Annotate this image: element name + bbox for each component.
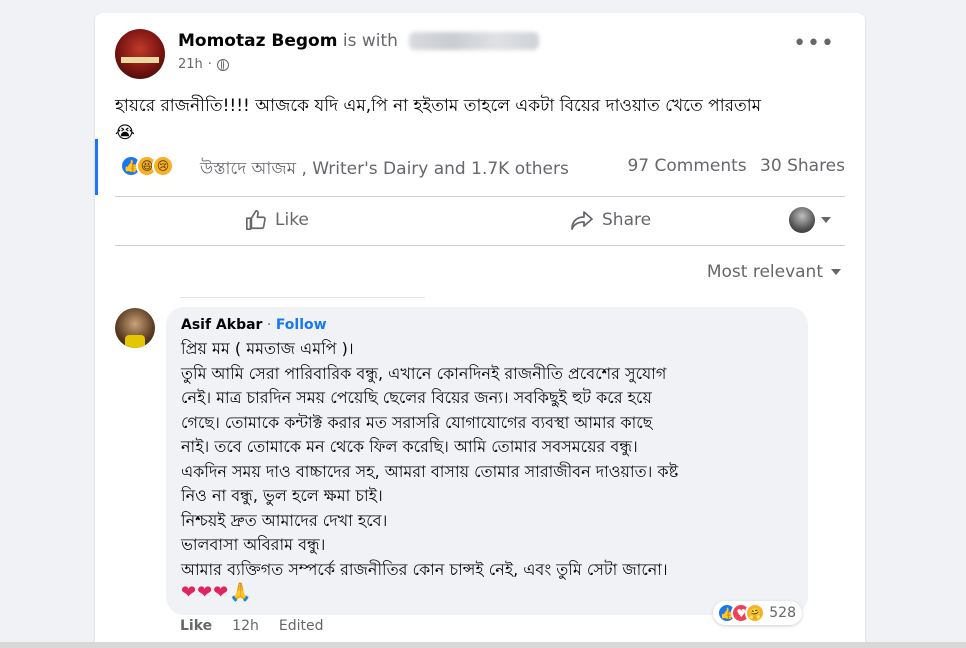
share-label: Share [602, 210, 652, 230]
comment-line: নাই। তবে তোমাকে মন থেকে ফিল করেছি। আমি ত… [181, 437, 638, 456]
action-bar: Like Share [115, 196, 845, 246]
viewer-avatar [789, 207, 815, 233]
more-options-button[interactable]: ••• [793, 33, 835, 55]
hearts-emoji: ❤❤❤🙏 [181, 582, 253, 603]
comments-count[interactable]: 97 Comments [627, 156, 746, 176]
comment-line: ভালবাসা অবিরাম বন্ধু। [181, 535, 326, 554]
comment-line: প্রিয় মম ( মমতাজ এমপি )। [181, 339, 354, 358]
comment-header: Asif Akbar · Follow [181, 317, 327, 333]
like-label: Like [275, 210, 309, 230]
post-as-selector[interactable] [789, 207, 831, 233]
separator: · [266, 317, 272, 333]
comment-line: আমার ব্যক্তিগত সম্পর্কে রাজনীতির কোন চান… [181, 559, 668, 579]
comment-like-button[interactable]: Like [180, 618, 212, 634]
follow-button[interactable]: Follow [276, 317, 327, 333]
comment-time[interactable]: 12h [232, 618, 259, 634]
tagged-name-blurred [409, 32, 540, 50]
comment-reaction-count: 528 [769, 605, 796, 621]
pray-icon: 🙏 [229, 582, 253, 603]
sort-label: Most relevant [706, 262, 823, 282]
post-header: Momotaz Begom is with [178, 31, 540, 51]
avatar-banner [121, 57, 159, 63]
commenter-avatar[interactable] [115, 308, 155, 348]
heart-icons: ❤❤❤ [181, 582, 230, 603]
globe-icon [216, 58, 229, 71]
caret-down-icon [821, 217, 831, 223]
reaction-names[interactable]: উস্তাদে আজম , Writer's Dairy and 1.7K ot… [200, 156, 569, 184]
comment-bubble: Asif Akbar · Follow প্রিয় মম ( মমতাজ এম… [166, 307, 808, 625]
thumbs-up-icon [246, 210, 266, 230]
edited-label[interactable]: Edited [279, 618, 324, 634]
with-text: is with [342, 31, 398, 51]
like-button[interactable]: Like [245, 209, 309, 231]
comment-sort-dropdown[interactable]: Most relevant [707, 262, 841, 282]
comment-line: নেই। মাত্র চারদিন সময় পেয়েছি ছেলের বিয… [181, 388, 652, 407]
post-time[interactable]: 21h [178, 57, 203, 72]
comment-line: গেছে। তোমাকে কন্টাক্ট করার মত সরাসরি যোগ… [181, 412, 653, 432]
shares-count[interactable]: 30 Shares [760, 156, 845, 176]
share-button[interactable]: Share [570, 209, 651, 231]
sad-icon: 😢 [152, 155, 174, 177]
reactions-summary: 👍 😆 😢 উস্তাদে আজম , Writer's Dairy and 1… [95, 139, 865, 195]
author-avatar[interactable] [115, 29, 165, 79]
care-icon: 🤗 [745, 603, 766, 623]
dot-separator: · [207, 57, 212, 72]
share-arrow-icon [571, 211, 593, 230]
commenter-name[interactable]: Asif Akbar [181, 317, 262, 333]
comment-footer: Like 12h Edited [180, 618, 323, 634]
post-meta: 21h · [178, 57, 229, 72]
comment-text: প্রিয় মম ( মমতাজ এমপি )। তুমি আমি সেরা … [181, 337, 801, 582]
bottom-strip [0, 642, 966, 648]
comment-reactions[interactable]: 👍 ♥ 🤗 528 [713, 601, 802, 625]
caret-down-icon [831, 269, 841, 275]
post-body: হায়রে রাজনীতি!!!! আজকে যদি এম,পি না হইত… [115, 96, 762, 116]
comment-line: তুমি আমি সেরা পারিবারিক বন্ধু, এখানে কোন… [181, 363, 667, 383]
engagement-counts: 97 Comments 30 Shares [627, 156, 845, 176]
post-card: Momotaz Begom is with 21h · ••• হায়রে র… [95, 13, 865, 648]
comment-line: একদিন সময় দাও বাচ্চাদের সহ, আমরা বাসায়… [181, 461, 679, 481]
divider [180, 297, 425, 298]
reaction-icons[interactable]: 👍 😆 😢 [120, 155, 174, 177]
author-name[interactable]: Momotaz Begom [178, 31, 337, 51]
comment-line: নিশ্চয়ই দ্রুত আমাদের দেখা হবে। [181, 510, 388, 530]
comment-line: নিও না বন্ধু, ভুল হলে ক্ষমা চাই। [181, 486, 383, 505]
